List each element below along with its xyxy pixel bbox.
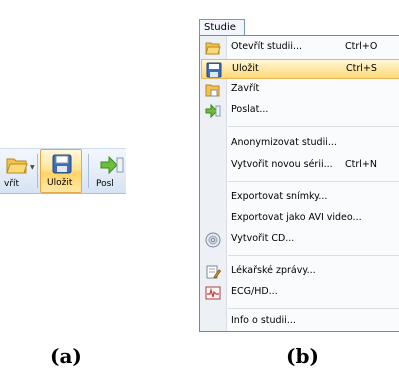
menu-item-shortcut: Ctrl+S — [346, 63, 377, 74]
menu-item-label: Uložit — [232, 63, 259, 74]
folder-open-icon — [205, 42, 221, 55]
ecg-waveform-icon — [205, 286, 221, 300]
menu-item-label: Zavřít — [231, 83, 260, 94]
menu-item-label: Exportovat jako AVI video... — [231, 212, 362, 223]
caption-b: (b) — [286, 344, 319, 368]
menu-item-ecg-hd[interactable]: ECG/HD... — [201, 283, 399, 303]
menu-separator — [228, 181, 399, 182]
chevron-down-icon[interactable]: ▼ — [30, 164, 35, 171]
menu-separator — [228, 308, 399, 309]
floppy-disk-icon — [206, 62, 222, 78]
menu-item-label: Lékařské zprávy... — [231, 265, 316, 276]
menu-item-label: Anonymizovat studii... — [231, 137, 337, 148]
open-study-button[interactable]: ▼ vřít — [0, 149, 36, 193]
send-label: Posl — [96, 179, 114, 189]
menu-item-label: ECG/HD... — [231, 286, 278, 297]
caption-a: (a) — [50, 344, 82, 368]
menu-item-shortcut: Ctrl+N — [345, 159, 377, 170]
menu-item-study-info[interactable]: Info o studii... — [201, 312, 399, 332]
menu-item-close[interactable]: Zavřít — [201, 80, 399, 100]
menu-item-shortcut: Ctrl+O — [345, 41, 378, 52]
send-arrow-icon — [100, 155, 124, 175]
save-button[interactable]: Uložit — [40, 149, 82, 193]
menu-item-save[interactable]: Uložit Ctrl+S — [201, 59, 399, 79]
toolbar-separator — [37, 154, 38, 188]
folder-open-icon — [6, 158, 28, 174]
menu-item-label: Info o studii... — [231, 315, 296, 326]
menu-item-medical-reports[interactable]: Lékařské zprávy... — [201, 262, 399, 282]
menu-item-export-avi[interactable]: Exportovat jako AVI video... — [201, 209, 399, 229]
menu-item-label: Poslat... — [231, 104, 269, 115]
menu-item-open-study[interactable]: Otevřít studii... Ctrl+O — [201, 38, 399, 58]
menu-item-label: Exportovat snímky... — [231, 191, 328, 202]
menu-item-send[interactable]: Poslat... — [201, 101, 399, 121]
menu-item-label: Vytvořit novou sérii... — [231, 159, 333, 170]
toolbar: ▼ vřít Uložit Posl — [0, 148, 126, 194]
menu-separator — [228, 255, 399, 256]
report-edit-icon — [206, 265, 221, 279]
menu-item-anonymize-study[interactable]: Anonymizovat studii... — [201, 134, 399, 154]
folder-close-icon — [205, 84, 220, 97]
menu-item-label: Vytvořit CD... — [231, 233, 295, 244]
menu-item-new-series[interactable]: Vytvořit novou sérii... Ctrl+N — [201, 156, 399, 176]
open-label: vřít — [4, 179, 20, 189]
studie-menu: Otevřít studii... Ctrl+O Uložit Ctrl+S Z… — [199, 35, 399, 332]
menu-tab-studie[interactable]: Studie — [199, 19, 245, 35]
save-label: Uložit — [47, 178, 73, 188]
cd-disc-icon — [205, 232, 221, 248]
send-arrow-icon — [205, 103, 221, 119]
menu-item-export-images[interactable]: Exportovat snímky... — [201, 188, 399, 208]
toolbar-separator — [88, 154, 89, 188]
floppy-disk-icon — [52, 154, 72, 174]
menu-item-create-cd[interactable]: Vytvořit CD... — [201, 230, 399, 250]
menu-item-label: Otevřít studii... — [231, 41, 303, 52]
send-button[interactable]: Posl — [92, 149, 126, 193]
menu-separator — [228, 126, 399, 127]
